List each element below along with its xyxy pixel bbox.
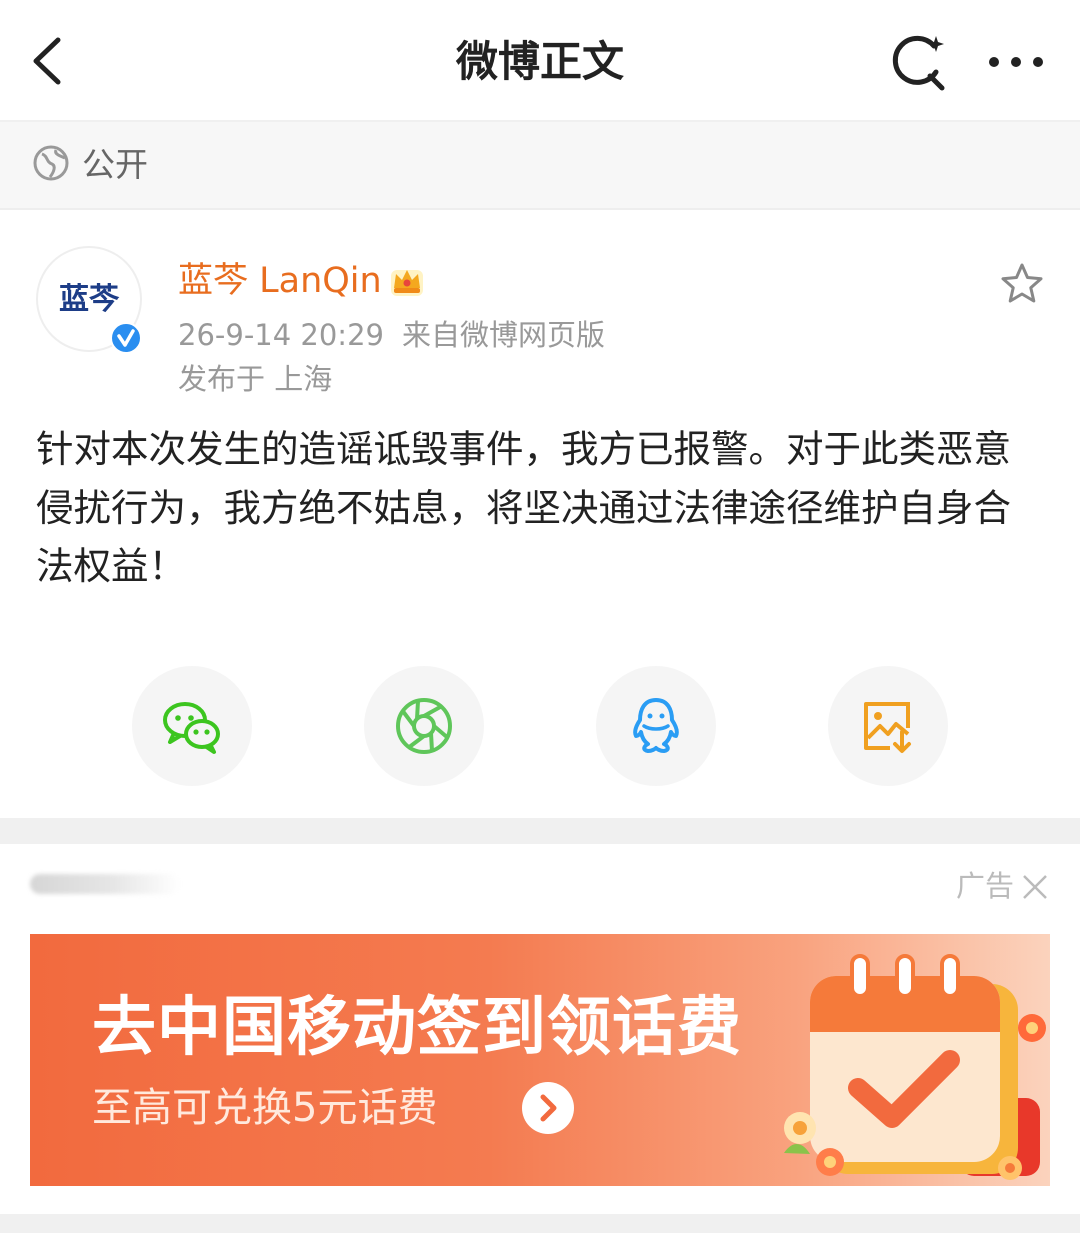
moments-icon bbox=[396, 698, 452, 754]
search-icon[interactable] bbox=[888, 32, 952, 96]
more-options-icon[interactable] bbox=[984, 32, 1048, 96]
post-source: 来自微博网页版 bbox=[401, 318, 605, 352]
author-name[interactable]: 蓝芩 LanQin bbox=[178, 256, 382, 306]
crown-badge-icon[interactable] bbox=[388, 262, 426, 298]
share-wechat-button[interactable] bbox=[132, 666, 252, 786]
wechat-icon bbox=[163, 702, 220, 754]
page-title: 微博正文 bbox=[455, 37, 624, 86]
calendar-check-icon bbox=[784, 954, 1046, 1180]
ad-sponsor-blurred bbox=[30, 874, 180, 894]
ad-subline: 至高可兑换5元话费 bbox=[92, 1085, 438, 1131]
close-icon[interactable] bbox=[1020, 872, 1050, 902]
ad-label: 广告 bbox=[956, 869, 1015, 903]
arrow-right-circle-icon[interactable] bbox=[520, 1080, 576, 1136]
qq-icon bbox=[633, 698, 679, 753]
globe-icon bbox=[33, 145, 69, 181]
post-time: 26-9-14 20:29 bbox=[178, 318, 384, 352]
post-meta: 26-9-14 20:29 来自微博网页版 bbox=[178, 314, 605, 356]
nav-bar: 微博正文 bbox=[0, 0, 1080, 122]
share-moments-button[interactable] bbox=[364, 666, 484, 786]
ad-banner[interactable]: 去中国移动签到领话费 至高可兑换5元话费 bbox=[30, 934, 1050, 1186]
save-image-button[interactable] bbox=[828, 666, 948, 786]
save-image-icon bbox=[864, 702, 911, 753]
post-content: 针对本次发生的造谣诋毁事件，我方已报警。对于此类恶意侵扰行为，我方绝不姑息，将坚… bbox=[36, 427, 1011, 588]
bottom-divider bbox=[0, 1214, 1080, 1233]
back-arrow-icon[interactable] bbox=[22, 30, 82, 90]
ad-headline: 去中国移动签到领话费 bbox=[92, 991, 742, 1065]
post-location: 发布于 上海 bbox=[178, 362, 333, 396]
visibility-label: 公开 bbox=[82, 145, 148, 184]
visibility-row bbox=[0, 122, 1080, 210]
share-qq-button[interactable] bbox=[596, 666, 716, 786]
section-divider bbox=[0, 818, 1080, 844]
avatar-logo-text: 蓝芩 bbox=[59, 282, 119, 317]
favorite-star-icon[interactable] bbox=[998, 260, 1046, 308]
verified-badge-icon bbox=[110, 322, 142, 354]
